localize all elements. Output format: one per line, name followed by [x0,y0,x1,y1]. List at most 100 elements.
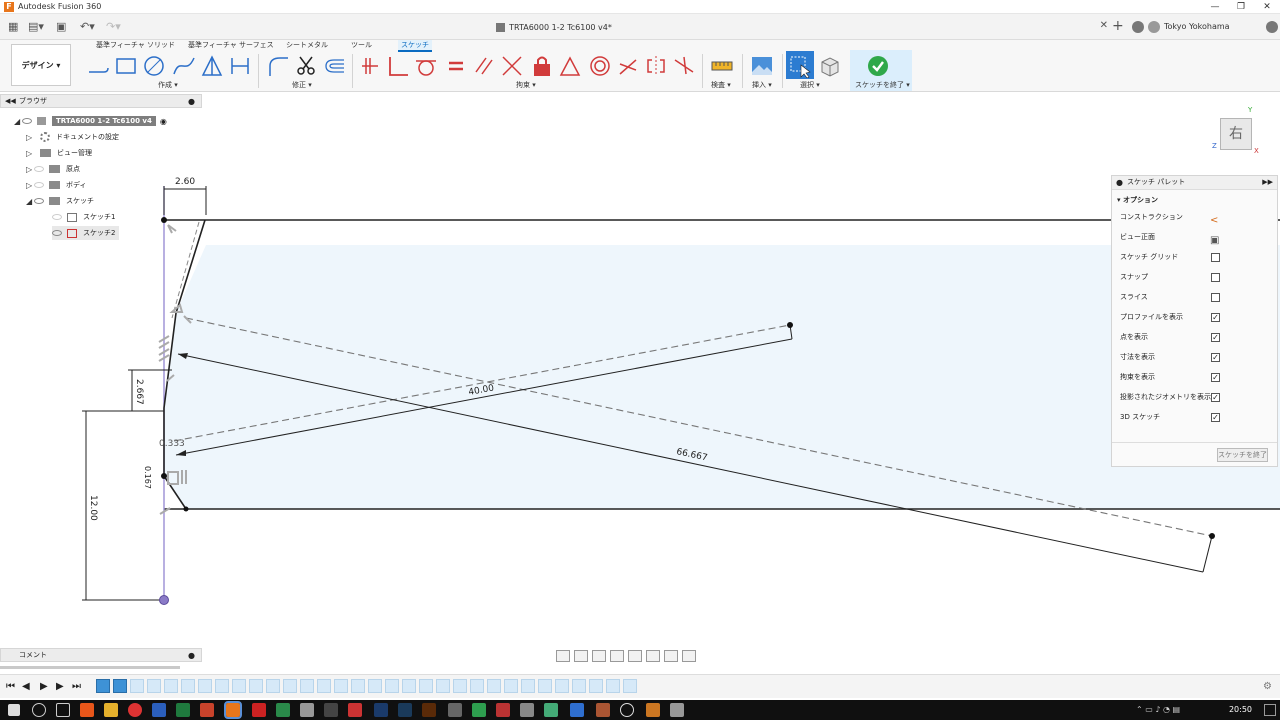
app-icon[interactable] [620,703,634,717]
tray-icons[interactable]: ⌃ ▭ ♪ ◔ ▤ [1136,705,1180,714]
timeline-feature[interactable] [351,679,365,693]
collinear-icon[interactable] [500,54,524,78]
polygon-icon[interactable] [200,54,224,78]
palette-option[interactable]: ビュー正面 ▣ [1112,228,1277,248]
pan-icon[interactable] [592,650,606,662]
eye-icon[interactable] [52,230,62,236]
palette-option[interactable]: プロファイルを表示 ✓ [1112,308,1277,328]
palette-header[interactable]: ● スケッチ パレット ▶▶ [1112,176,1277,190]
timeline-feature[interactable] [283,679,297,693]
eye-icon[interactable] [34,182,44,188]
fix-constraint-icon[interactable] [530,54,554,78]
display-settings-icon[interactable] [646,650,660,662]
browser-root[interactable]: ◢ TRTA6000 1-2 Tc6100 v4 ◉ [14,114,167,128]
word-icon[interactable] [152,703,166,717]
active-radio-icon[interactable]: ◉ [160,117,167,126]
app-icon[interactable] [596,703,610,717]
timeline-feature[interactable] [181,679,195,693]
checkbox[interactable] [1211,273,1220,282]
palette-option[interactable]: 寸法を表示 ✓ [1112,348,1277,368]
app-icon[interactable] [324,703,338,717]
timeline-feature[interactable] [147,679,161,693]
tab-tools[interactable]: ツール [351,40,372,50]
collapse-icon[interactable]: ◀◀ [5,95,16,108]
palette-option[interactable]: スライス [1112,288,1277,308]
close-tab-icon[interactable]: ✕ [1100,20,1108,31]
task-view-icon[interactable] [56,703,70,717]
expand-icon[interactable]: ▶▶ [1262,176,1273,189]
timeline-feature[interactable] [402,679,416,693]
eye-icon[interactable] [52,214,62,220]
timeline-feature[interactable] [606,679,620,693]
coincident-icon[interactable] [358,54,382,78]
perpendicular-icon[interactable] [386,54,410,78]
eye-icon[interactable] [22,118,32,124]
midpoint-icon[interactable] [558,54,582,78]
tangent-icon[interactable] [414,54,438,78]
checkbox-checked[interactable]: ✓ [1211,373,1220,382]
user-name[interactable]: Tokyo Yokohama [1164,22,1230,31]
constraints-group-label[interactable]: 拘束 ▾ [516,80,536,90]
app-icon[interactable] [544,703,558,717]
palette-option[interactable]: 点を表示 ✓ [1112,328,1277,348]
palette-option[interactable]: スナップ [1112,268,1277,288]
lightroom-icon[interactable] [398,703,412,717]
finish-sketch-button[interactable]: スケッチを終了 [1217,448,1268,462]
equal-icon[interactable] [444,54,468,78]
document-tab[interactable]: TRTA6000 1-2 Tc6100 v4* [0,14,1108,40]
browser-item-sketches[interactable]: ◢ スケッチ [26,194,94,208]
clock[interactable]: 20:50 [1229,705,1252,714]
sketch-point[interactable] [161,473,167,479]
tab-sheet-metal[interactable]: シートメタル [286,40,328,50]
photoshop-icon[interactable] [374,703,388,717]
notification-center-icon[interactable] [1264,704,1276,716]
sketch-point[interactable] [787,322,793,328]
palette-option[interactable]: コンストラクション < [1112,208,1277,228]
timeline-feature[interactable] [589,679,603,693]
browser-item-doc-settings[interactable]: ▷ ドキュメントの設定 [26,130,119,144]
curvature-icon[interactable] [672,54,696,78]
timeline-feature[interactable] [334,679,348,693]
spline-icon[interactable] [172,54,196,78]
sketch-dimension-icon[interactable] [228,54,252,78]
timeline-feature[interactable] [521,679,535,693]
timeline-feature[interactable] [436,679,450,693]
timeline-feature[interactable] [266,679,280,693]
browser-item-sketch1[interactable]: スケッチ1 [52,210,115,224]
app-icon[interactable] [570,703,584,717]
explorer-icon[interactable] [104,703,118,717]
timeline-feature[interactable] [623,679,637,693]
browser-pin-icon[interactable]: ● [188,95,195,108]
dimension-small-a-text[interactable]: 0.333 [159,439,185,449]
search-icon[interactable] [32,703,46,717]
checkbox[interactable] [1211,293,1220,302]
select-group-label[interactable]: 選択 ▾ [800,80,820,90]
timeline-feature[interactable] [249,679,263,693]
timeline-feature[interactable] [385,679,399,693]
symmetry-icon[interactable] [644,54,668,78]
job-status-icon[interactable] [1132,21,1144,33]
app-icon[interactable] [670,703,684,717]
palette-option[interactable]: 3D スケッチ ✓ [1112,408,1277,428]
timeline-prev-icon[interactable]: ◀ [22,681,30,692]
finish-sketch-check-icon[interactable] [866,54,890,78]
timeline-feature[interactable] [368,679,382,693]
start-icon[interactable] [8,704,20,716]
grid-settings-icon[interactable] [664,650,678,662]
app-icon[interactable] [520,703,534,717]
select-icon[interactable] [788,54,812,78]
horizontal-vertical-icon[interactable] [616,54,640,78]
timeline-settings-icon[interactable]: ⚙ [1263,681,1272,692]
parallel-icon[interactable] [472,54,496,78]
timeline-last-icon[interactable]: ⏭ [72,681,81,692]
tab-solid[interactable]: 基準フィーチャ ソリッド [96,40,175,50]
panel-scrollbar[interactable] [0,666,180,669]
dimension-left-text[interactable]: 2.667 [134,379,144,405]
browser-header[interactable]: ◀◀ ブラウザ ● [0,94,202,108]
comments-pin-icon[interactable]: ● [188,649,195,662]
measure-icon[interactable] [710,54,734,78]
fillet-icon[interactable] [266,54,290,78]
palette-option[interactable]: 拘束を表示 ✓ [1112,368,1277,388]
tab-sketch[interactable]: スケッチ [398,40,432,52]
timeline-next-icon[interactable]: ▶ [56,681,64,692]
